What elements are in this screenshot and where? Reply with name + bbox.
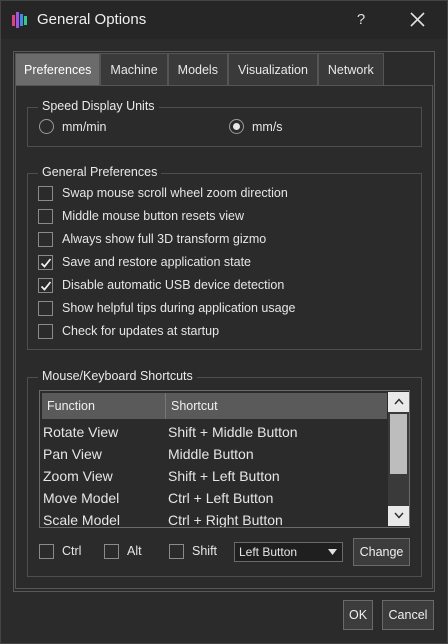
- speed-units-title: Speed Display Units: [38, 99, 159, 113]
- checkbox-middle-reset[interactable]: Middle mouse button resets view: [38, 207, 244, 225]
- table-cell: Ctrl + Left Button: [168, 490, 274, 506]
- title-bar: General Options ?: [1, 1, 447, 39]
- modifier-shift[interactable]: Shift: [169, 542, 217, 560]
- table-row[interactable]: Move Model Ctrl + Left Button: [42, 487, 387, 509]
- radio-mm-s[interactable]: mm/s: [229, 119, 283, 134]
- checkbox-disable-usb[interactable]: Disable automatic USB device detection: [38, 276, 284, 294]
- checkbox[interactable]: [38, 277, 53, 293]
- shortcuts-table[interactable]: Function Shortcut Rotate View Shift + Mi…: [39, 390, 410, 528]
- tab-machine[interactable]: Machine: [100, 53, 168, 85]
- table-cell: Ctrl + Right Button: [168, 512, 283, 528]
- chevron-up-icon: [393, 398, 404, 405]
- checkmark-icon: [40, 280, 52, 291]
- modifier-alt[interactable]: Alt: [104, 542, 142, 560]
- checkbox-label: Alt: [127, 544, 142, 558]
- table-cell: Move Model: [43, 490, 120, 506]
- table-header: Function Shortcut: [42, 393, 387, 419]
- checkbox[interactable]: [104, 543, 119, 559]
- checkbox-swap-scroll[interactable]: Swap mouse scroll wheel zoom direction: [38, 184, 288, 202]
- radio-button[interactable]: [39, 119, 54, 134]
- shortcuts-title: Mouse/Keyboard Shortcuts: [38, 369, 197, 383]
- checkbox-label: Ctrl: [62, 544, 82, 558]
- general-options-dialog: General Options ? Preferences Machine Mo…: [0, 0, 448, 644]
- column-header-function[interactable]: Function: [42, 393, 166, 419]
- checkbox[interactable]: [169, 543, 184, 559]
- checkmark-icon: [40, 257, 52, 268]
- close-icon: [409, 12, 425, 27]
- table-cell: Shift + Middle Button: [168, 424, 298, 440]
- chevron-down-icon: [393, 512, 404, 519]
- checkbox[interactable]: [38, 231, 53, 247]
- close-button[interactable]: [403, 7, 431, 33]
- column-header-shortcut[interactable]: Shortcut: [166, 393, 387, 419]
- scroll-down-button[interactable]: [388, 506, 409, 526]
- radio-label: mm/min: [62, 119, 107, 134]
- ok-button[interactable]: OK: [343, 600, 373, 630]
- checkbox-label: Save and restore application state: [62, 255, 252, 269]
- table-body: Rotate View Shift + Middle Button Pan Vi…: [42, 421, 387, 528]
- checkbox[interactable]: [38, 185, 53, 201]
- table-cell: Middle Button: [168, 446, 254, 462]
- checkbox-full-gizmo[interactable]: Always show full 3D transform gizmo: [38, 230, 266, 248]
- checkbox[interactable]: [38, 208, 53, 224]
- table-row[interactable]: Scale Model Ctrl + Right Button: [42, 509, 387, 528]
- mouse-button-select[interactable]: Left Button: [234, 542, 343, 562]
- checkbox-show-tips[interactable]: Show helpful tips during application usa…: [38, 299, 296, 317]
- checkbox[interactable]: [38, 254, 53, 270]
- checkbox-label: Always show full 3D transform gizmo: [62, 232, 267, 246]
- change-button[interactable]: Change: [353, 538, 410, 566]
- vertical-scrollbar[interactable]: [388, 392, 409, 526]
- table-row[interactable]: Pan View Middle Button: [42, 443, 387, 465]
- tab-preferences[interactable]: Preferences: [15, 53, 101, 85]
- table-cell: Pan View: [43, 446, 102, 462]
- tab-bar: Preferences Machine Models Visualization…: [15, 53, 384, 85]
- window-title: General Options: [37, 11, 147, 28]
- mouse-button-select-value: Left Button: [239, 545, 298, 559]
- table-cell: Rotate View: [43, 424, 119, 440]
- scroll-up-button[interactable]: [388, 392, 409, 412]
- modifier-ctrl[interactable]: Ctrl: [39, 542, 81, 560]
- checkbox-label: Swap mouse scroll wheel zoom direction: [62, 186, 288, 200]
- tab-network[interactable]: Network: [317, 53, 384, 85]
- checkbox-label: Disable automatic USB device detection: [62, 278, 285, 292]
- checkbox-label: Show helpful tips during application usa…: [62, 301, 296, 315]
- general-preferences-title: General Preferences: [38, 165, 162, 179]
- cancel-button[interactable]: Cancel: [382, 600, 434, 630]
- checkbox[interactable]: [39, 543, 54, 559]
- tab-models[interactable]: Models: [167, 53, 228, 85]
- checkbox[interactable]: [38, 300, 53, 316]
- table-row[interactable]: Zoom View Shift + Left Button: [42, 465, 387, 487]
- checkbox-label: Check for updates at startup: [62, 324, 220, 338]
- app-logo-icon: [12, 12, 27, 28]
- table-cell: Zoom View: [43, 468, 113, 484]
- checkbox-save-state[interactable]: Save and restore application state: [38, 253, 251, 271]
- table-cell: Scale Model: [43, 512, 121, 528]
- scroll-thumb[interactable]: [390, 414, 407, 474]
- checkbox-check-updates[interactable]: Check for updates at startup: [38, 322, 219, 340]
- help-button[interactable]: ?: [347, 7, 375, 33]
- checkbox[interactable]: [38, 323, 53, 339]
- radio-mm-min[interactable]: mm/min: [39, 119, 106, 134]
- tab-visualization[interactable]: Visualization: [227, 53, 318, 85]
- radio-label: mm/s: [252, 119, 283, 134]
- table-cell: Shift + Left Button: [168, 468, 280, 484]
- checkbox-label: Middle mouse button resets view: [62, 209, 245, 223]
- dropdown-arrow-icon: [328, 549, 337, 555]
- radio-button[interactable]: [229, 119, 244, 134]
- checkbox-label: Shift: [192, 544, 218, 558]
- table-row[interactable]: Rotate View Shift + Middle Button: [42, 421, 387, 443]
